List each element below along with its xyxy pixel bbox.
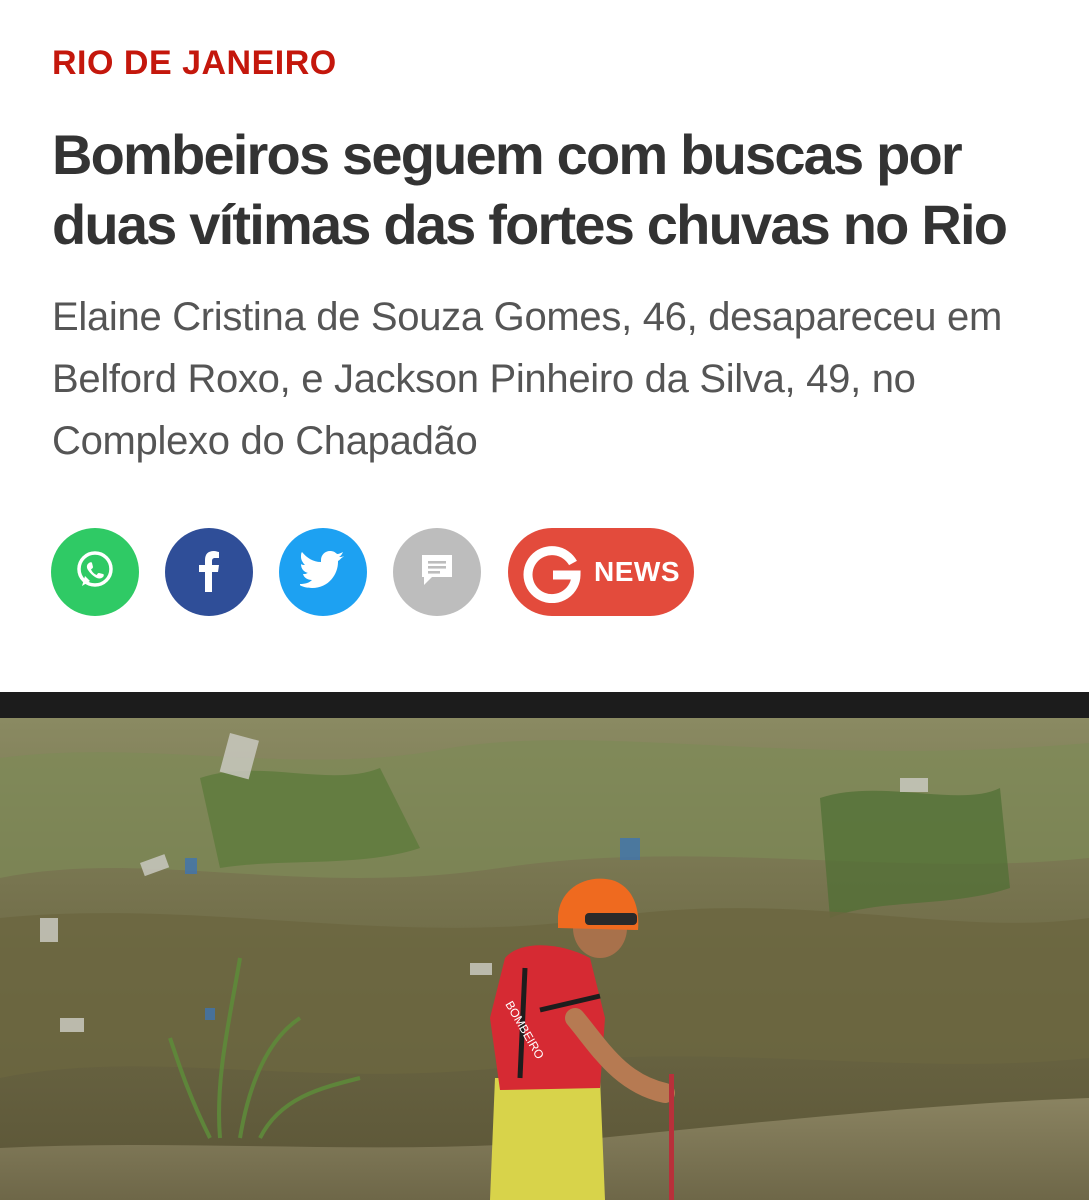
facebook-icon: [189, 546, 229, 599]
photo-top-bar: [0, 692, 1089, 718]
google-g-icon: [520, 540, 584, 604]
article-headline: Bombeiros seguem com buscas por duas vít…: [52, 123, 1008, 256]
section-label[interactable]: RIO DE JANEIRO: [52, 44, 337, 83]
share-twitter-button[interactable]: [279, 528, 367, 616]
article-subtitle: Elaine Cristina de Souza Gomes, 46, desa…: [52, 295, 1002, 463]
article-header: RIO DE JANEIRO Bombeiros seguem com busc…: [0, 0, 1089, 692]
google-news-label: NEWS: [594, 556, 680, 587]
share-facebook-button[interactable]: [165, 528, 253, 616]
google-news-button[interactable]: NEWS: [508, 528, 694, 616]
share-whatsapp-button[interactable]: [51, 528, 139, 616]
comment-icon: [418, 551, 456, 594]
whatsapp-icon: [71, 546, 119, 599]
comments-button[interactable]: [393, 528, 481, 616]
twitter-icon: [298, 550, 346, 595]
article-photo: BOMBEIRO: [0, 718, 1089, 1200]
